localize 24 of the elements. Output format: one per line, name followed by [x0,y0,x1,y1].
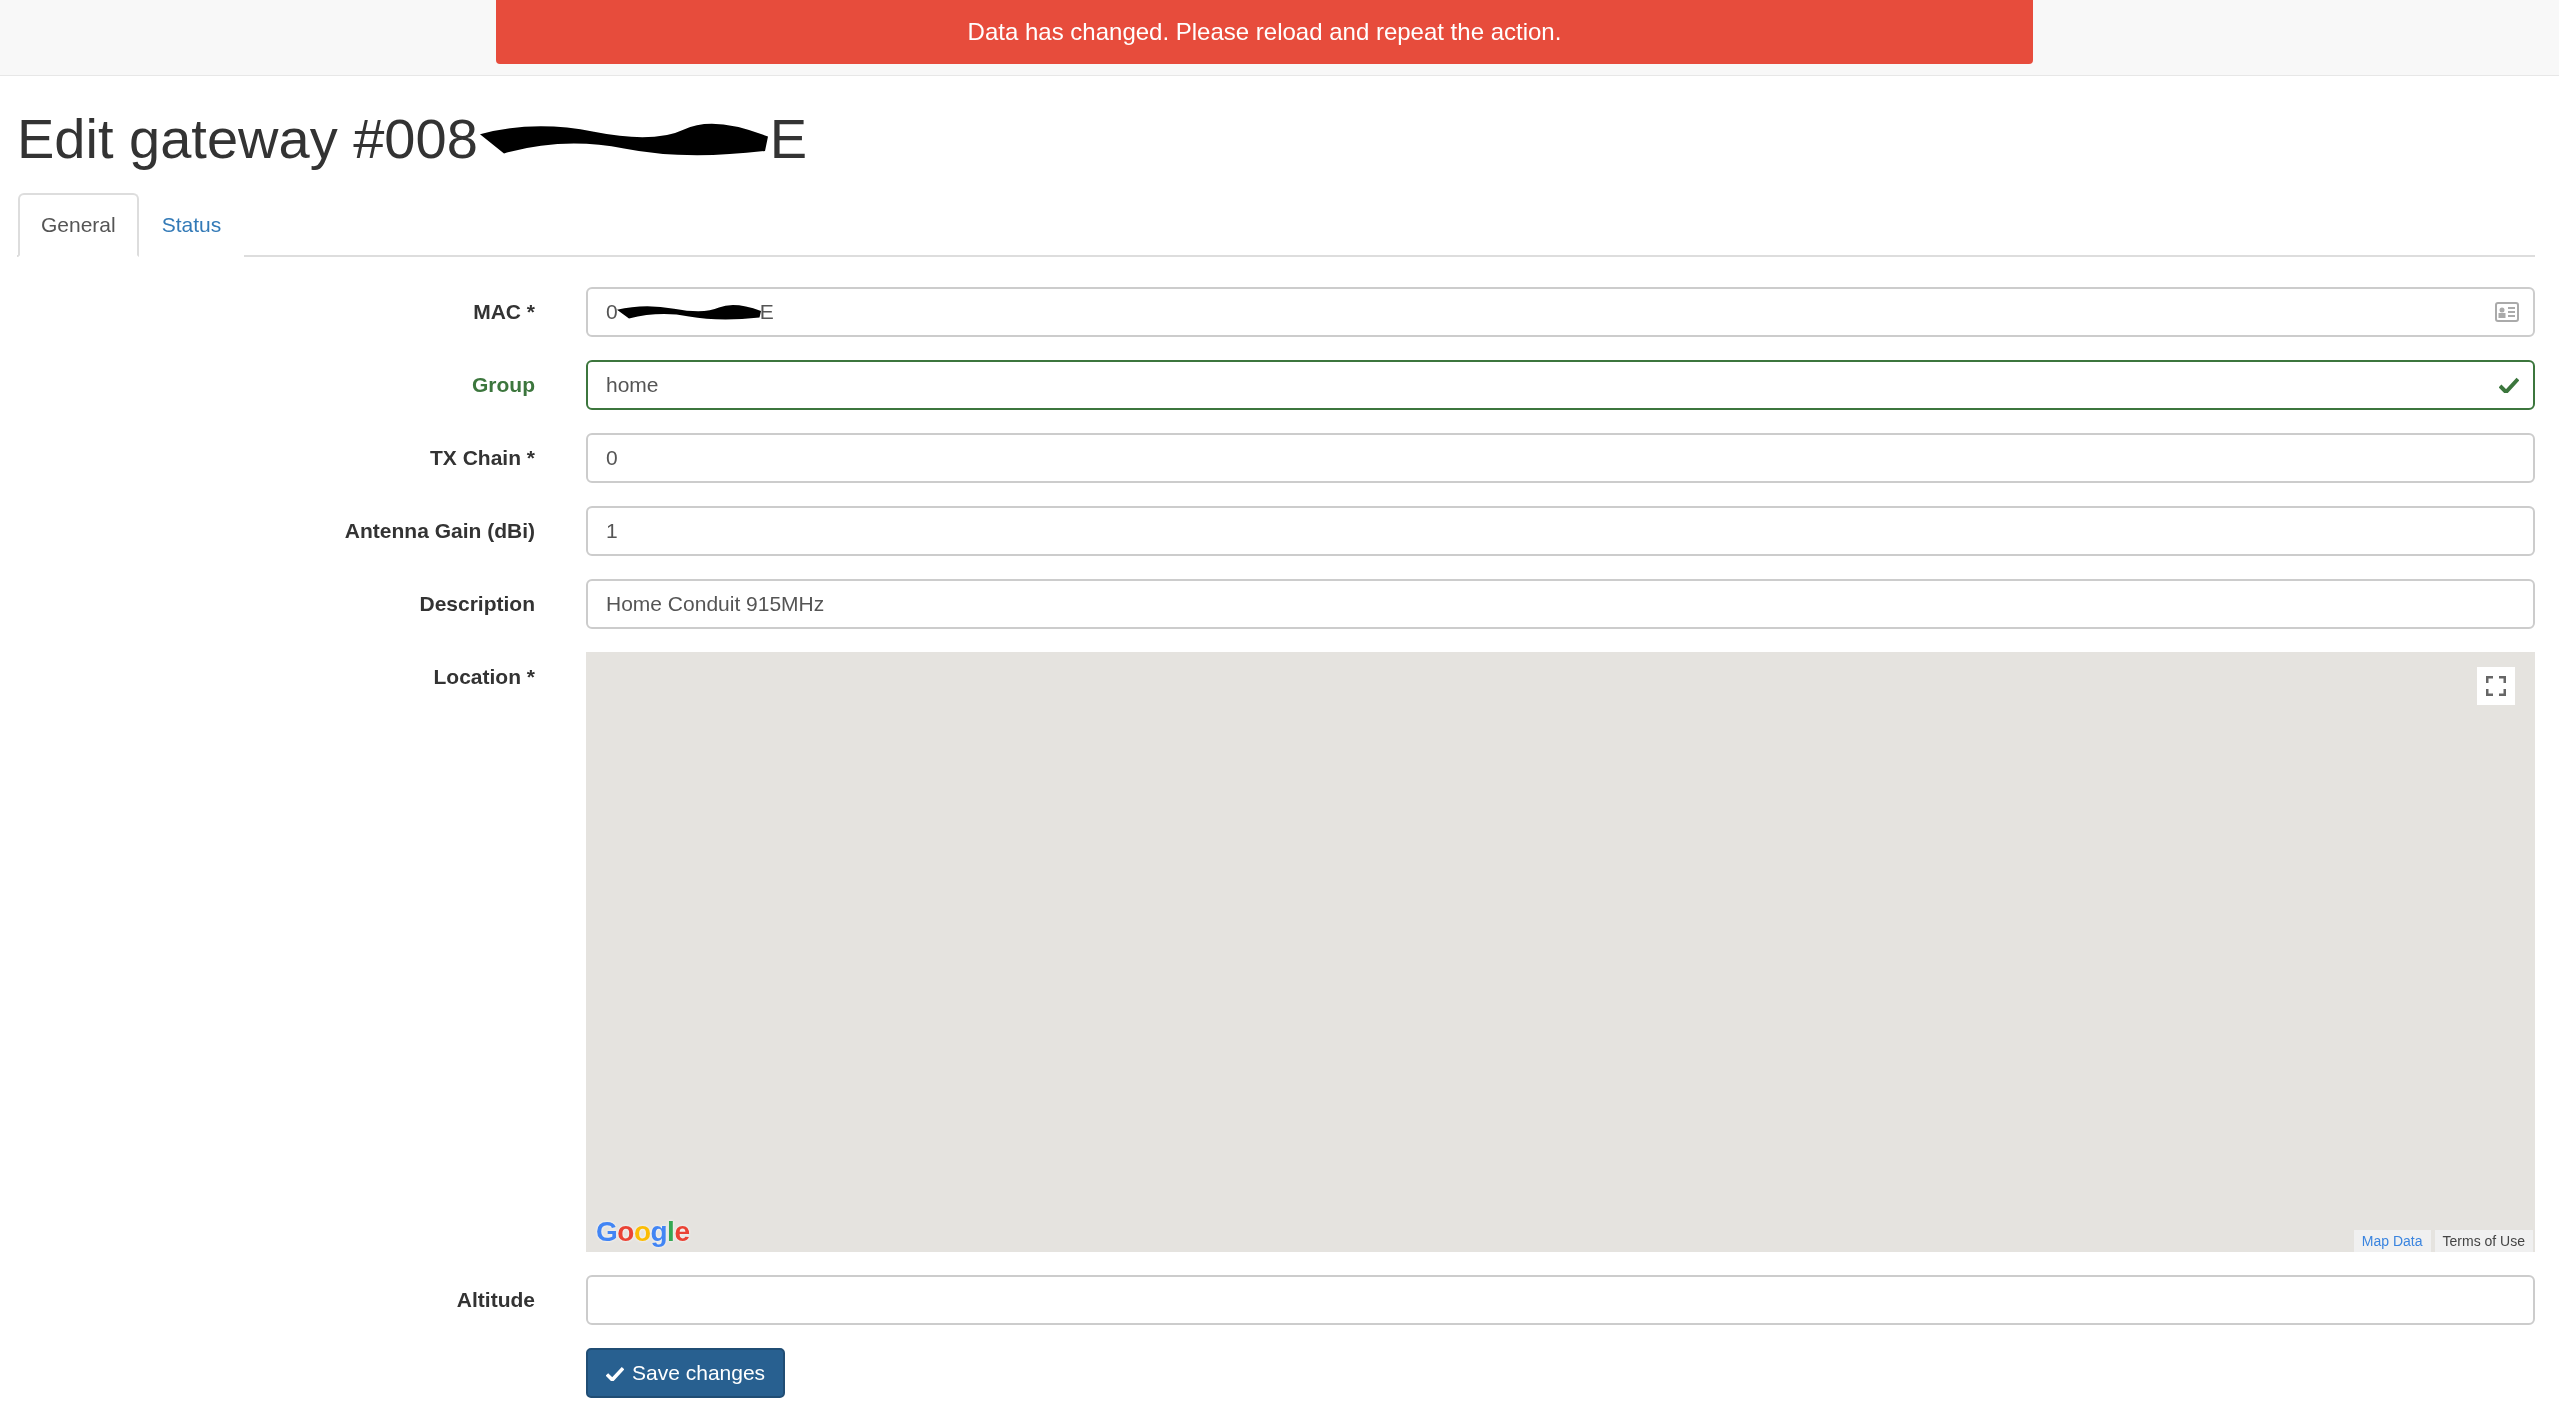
tab[interactable]: General [18,193,139,257]
input-field[interactable]: 0 E [586,287,2535,337]
field-label: Group [471,372,535,398]
field-label: Location * [432,664,535,690]
input-field[interactable]: 0 [586,433,2535,483]
field-label: Antenna Gain (dBi) [343,518,535,544]
input-field[interactable]: Home Conduit 915MHz [586,579,2535,629]
field-label: TX Chain * [429,445,535,471]
error-alert: Data has changed. Please reload and repeat the action. [496,0,2033,64]
page-title: E [769,106,808,171]
save-button[interactable]: Save changes [586,1348,786,1398]
checkmark-icon [606,1365,624,1381]
fullscreen-icon [2486,676,2506,696]
input-field[interactable]: 1 [586,506,2535,556]
fullscreen-button[interactable] [2477,667,2515,705]
field-label: Altitude [455,1287,535,1313]
field-label: Description [418,591,535,617]
map[interactable]: Google Map Data Terms of Use [586,652,2535,1252]
input-field[interactable]: home [586,360,2535,410]
field-label: MAC * [472,299,535,325]
map-link[interactable]: Terms of Use [2434,1230,2533,1252]
checkmark-icon [2499,377,2519,393]
map-logo: Google [596,1216,690,1248]
page-title: Edit gateway #008 [17,106,478,171]
